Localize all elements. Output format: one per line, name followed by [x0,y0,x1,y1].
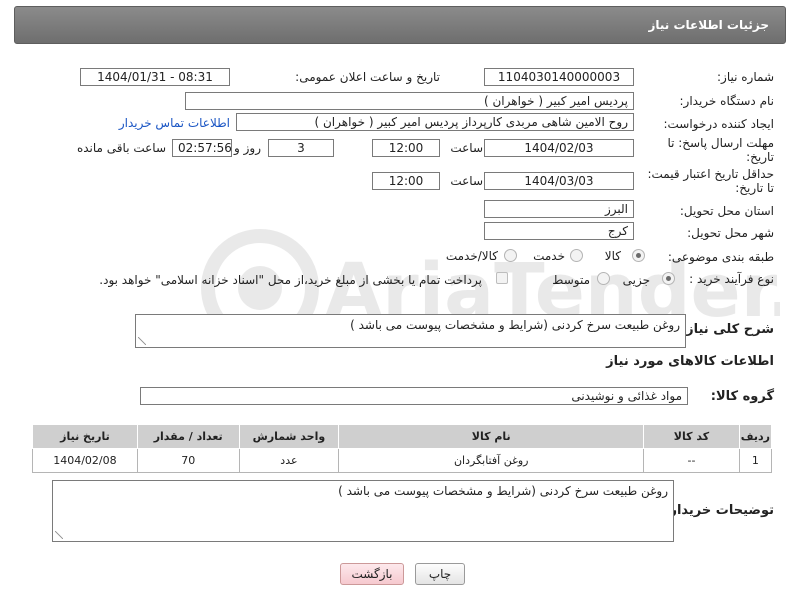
process-option-medium: متوسط [552,273,590,287]
cell-code: -- [643,448,740,473]
cell-unit: عدد [238,448,340,473]
table-row: 1 -- روغن آفتابگردان عدد 70 1404/02/08 [32,448,773,473]
category-option-service: خدمت [533,249,565,263]
buyer-org-field: پردیس امیر کبیر ( خواهران ) [185,92,634,110]
province-field: البرز [484,200,634,218]
remaining-time-field: 02:57:56 [172,139,232,157]
category-label: طبقه بندی موضوعی: [667,250,774,264]
remaining-label: ساعت باقی مانده [76,141,166,155]
payment-note: پرداخت تمام یا بخشی از مبلغ خرید،از محل … [99,273,482,287]
deadline-label-1: مهلت ارسال پاسخ: تا [667,136,774,150]
cell-date: 1404/02/08 [32,448,138,473]
col-code: کد کالا [643,424,740,449]
back-button[interactable]: بازگشت [340,563,404,585]
resize-grip-icon[interactable] [138,337,146,345]
category-option-goods-service: کالا/خدمت [445,249,498,263]
validity-date-field: 1404/03/03 [484,172,634,190]
page-title: جزئیات اطلاعات نیاز [648,18,769,32]
col-qty: تعداد / مقدار [136,424,240,449]
creator-label: ایجاد کننده درخواست: [663,117,774,131]
buyer-org-label: نام دستگاه خریدار: [679,94,775,108]
category-radio-goods-service[interactable] [504,249,517,262]
category-radio-service[interactable] [570,249,583,262]
panel-header: جزئیات اطلاعات نیاز [14,6,786,44]
process-option-minor: جزیی [622,273,650,287]
deadline-time-field: 12:00 [372,139,440,157]
need-number-label: شماره نیاز: [717,70,774,84]
validity-time-label: ساعت [450,174,483,188]
announce-field: 1404/01/31 - 08:31 [80,68,230,86]
description-text: روغن طبیعت سرخ کردنی (شرایط و مشخصات پیو… [350,318,680,332]
col-date: تاریخ نیاز [32,424,138,449]
buyer-notes-text: روغن طبیعت سرخ کردنی (شرایط و مشخصات پیو… [338,484,668,498]
cell-row: 1 [738,448,773,473]
cell-name: روغن آفتابگردان [338,448,645,473]
validity-label-2: تا تاریخ: [735,181,774,195]
resize-grip-icon[interactable] [55,531,63,539]
days-field: 3 [268,139,334,157]
buyer-notes-textarea[interactable]: روغن طبیعت سرخ کردنی (شرایط و مشخصات پیو… [52,480,674,542]
group-field: مواد غذائی و نوشیدنی [140,387,688,405]
validity-label-1: حداقل تاریخ اعتبار قیمت: [647,167,774,181]
description-textarea[interactable]: روغن طبیعت سرخ کردنی (شرایط و مشخصات پیو… [135,314,686,348]
announce-label: تاریخ و ساعت اعلان عمومی: [295,70,440,84]
category-option-goods: کالا [604,249,621,263]
process-radio-minor[interactable] [662,272,675,285]
col-row: ردیف [738,424,773,449]
items-table-header: ردیف کد کالا نام کالا واحد شمارش تعداد /… [32,424,773,449]
cell-qty: 70 [136,448,240,473]
description-label: شرح کلی نیاز: [680,322,774,337]
city-label: شهر محل تحویل: [687,226,774,240]
items-table: ردیف کد کالا نام کالا واحد شمارش تعداد /… [32,424,773,473]
col-name: نام کالا [338,424,645,449]
deadline-label-2: تاریخ: [746,150,774,164]
payment-checkbox[interactable] [496,272,508,284]
creator-field: روح الامین شاهی مربدی کارپرداز پردیس امی… [236,113,634,131]
process-label: نوع فرآیند خرید : [689,272,774,286]
buyer-contact-link[interactable]: اطلاعات تماس خریدار [119,116,230,130]
need-number-field: 1104030140000003 [484,68,634,86]
group-label: گروه کالا: [710,389,774,404]
days-label: روز و [234,141,261,155]
province-label: استان محل تحویل: [679,204,774,218]
category-radio-goods[interactable] [632,249,645,262]
validity-time-field: 12:00 [372,172,440,190]
items-section-title: اطلاعات کالاهای مورد نیاز [606,354,774,369]
buyer-notes-label: توضیحات خریدار: [664,503,774,518]
print-button[interactable]: چاپ [415,563,465,585]
deadline-date-field: 1404/02/03 [484,139,634,157]
deadline-time-label: ساعت [450,141,483,155]
col-unit: واحد شمارش [238,424,340,449]
city-field: کرج [484,222,634,240]
process-radio-medium[interactable] [597,272,610,285]
